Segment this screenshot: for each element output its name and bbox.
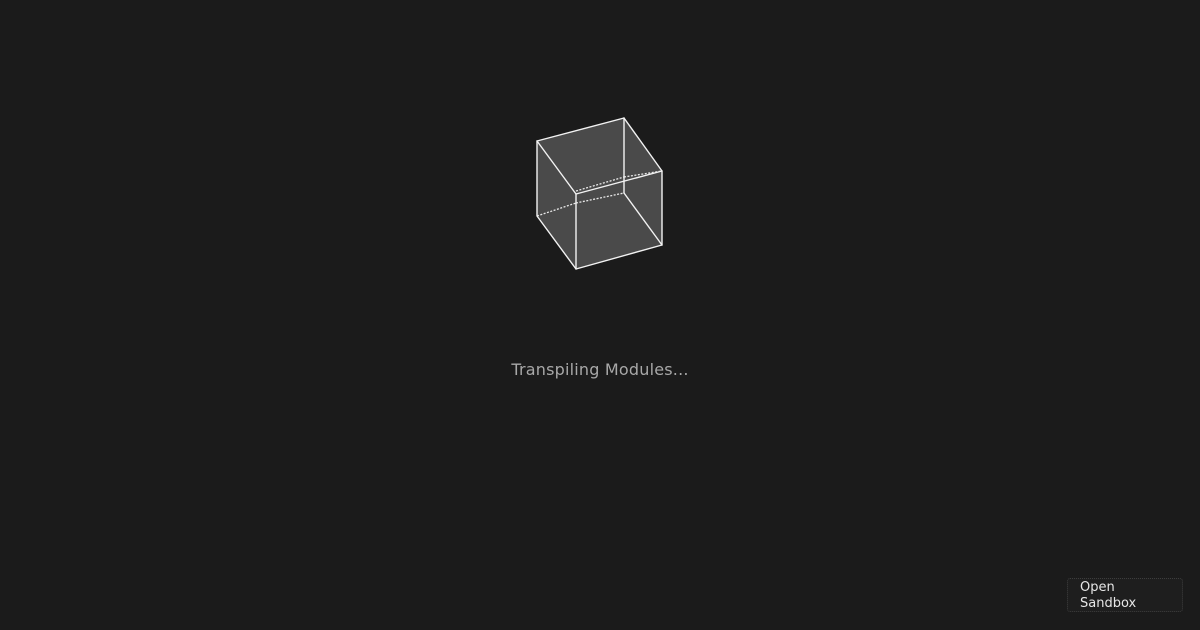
open-sandbox-label-line2: Sandbox xyxy=(1080,596,1137,611)
loader-cube xyxy=(520,105,680,285)
loading-screen: Transpiling Modules... Open Sandbox xyxy=(0,0,1200,630)
open-sandbox-button[interactable]: Open Sandbox xyxy=(1067,578,1183,612)
codesandbox-cube-icon xyxy=(536,117,663,270)
open-sandbox-label-line1: Open xyxy=(1080,580,1115,595)
loading-status-text: Transpiling Modules... xyxy=(511,360,689,379)
